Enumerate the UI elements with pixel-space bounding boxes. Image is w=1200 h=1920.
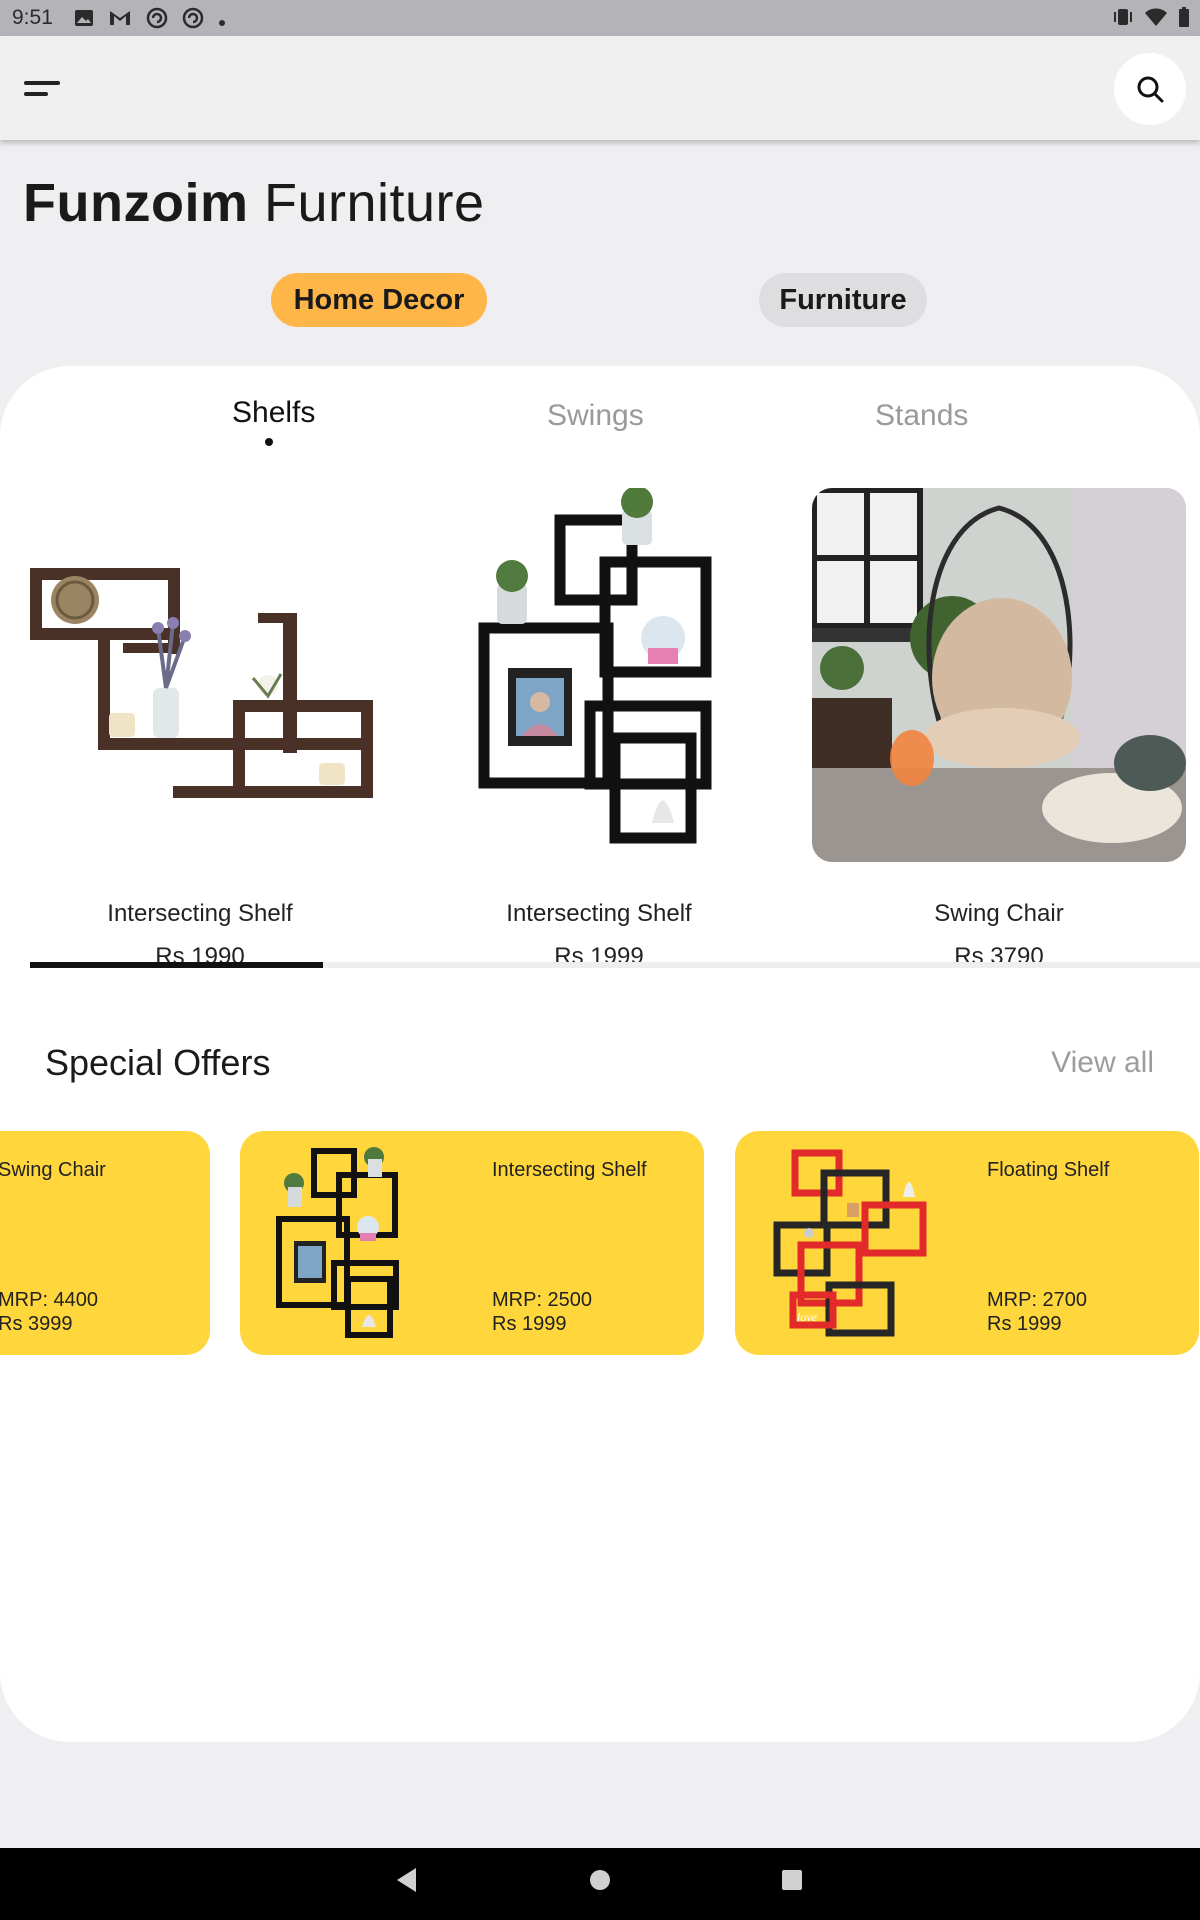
svg-text:love: love: [797, 1310, 818, 1324]
offer-image-intersecting-shelf: [274, 1145, 452, 1341]
product-image-intersecting-shelf: [13, 488, 387, 862]
wifi-icon: [1144, 7, 1168, 33]
offer-card[interactable]: Swing Chair MRP: 4400 Rs 3999: [0, 1131, 210, 1355]
brand-name-bold: Funzoim: [23, 173, 249, 233]
back-icon[interactable]: [394, 1866, 418, 1899]
vibrate-icon: [1112, 7, 1134, 33]
product-image-intersecting-shelf: [412, 488, 786, 862]
category-chip-home-decor[interactable]: Home Decor: [271, 273, 487, 327]
products-card: Shelfs Swings Stands Intersecting Shelf …: [0, 366, 1200, 1742]
offer-price: Rs 3999: [0, 1313, 73, 1335]
offer-card[interactable]: Intersecting Shelf MRP: 2500 Rs 1999: [240, 1131, 704, 1355]
offer-name: Floating Shelf: [987, 1159, 1110, 1181]
sync-notification-icon-2: [182, 7, 204, 35]
recents-icon[interactable]: [780, 1866, 804, 1899]
brand-name-light: Furniture: [248, 173, 485, 233]
product-name: Intersecting Shelf: [107, 900, 293, 927]
active-tab-indicator: [265, 438, 273, 446]
offer-price: Rs 1999: [492, 1313, 567, 1335]
offer-name: Swing Chair: [0, 1159, 106, 1181]
offer-mrp: MRP: 2700: [987, 1289, 1088, 1311]
search-icon: [1137, 76, 1164, 103]
product-name: Intersecting Shelf: [506, 900, 692, 927]
special-offers-title: Special Offers: [45, 1042, 271, 1083]
app-bar: [0, 36, 1200, 140]
view-all-link[interactable]: View all: [1051, 1046, 1154, 1080]
offer-mrp: MRP: 2500: [492, 1289, 593, 1311]
search-button[interactable]: [1114, 53, 1186, 125]
gmail-notification-icon: [108, 8, 132, 34]
product-name: Swing Chair: [934, 900, 1064, 927]
offer-image-floating-shelf: love: [769, 1145, 947, 1341]
offer-price: Rs 1999: [987, 1313, 1062, 1335]
status-bar: 9:51: [0, 0, 1200, 36]
category-chip-furniture[interactable]: Furniture: [759, 273, 927, 327]
carousel-scroll-thumb[interactable]: [30, 962, 323, 968]
system-navigation-bar: [0, 1848, 1200, 1920]
product-image-swing-chair: [812, 488, 1186, 862]
sync-notification-icon: [146, 7, 168, 35]
offer-name: Intersecting Shelf: [492, 1159, 647, 1181]
tab-swings[interactable]: Swings: [547, 399, 644, 433]
offer-card[interactable]: love Floating Shelf MRP: 2700 Rs 1999: [735, 1131, 1199, 1355]
offer-mrp: MRP: 4400: [0, 1289, 99, 1311]
tab-stands[interactable]: Stands: [875, 399, 968, 433]
page-title: Funzoim Furniture: [23, 172, 485, 234]
more-notifications-dot-icon: [218, 9, 226, 33]
home-icon[interactable]: [588, 1866, 612, 1899]
status-time: 9:51: [12, 6, 53, 29]
image-notification-icon: [74, 8, 94, 34]
battery-icon: [1178, 7, 1190, 33]
tab-shelfs[interactable]: Shelfs: [232, 396, 315, 430]
menu-icon[interactable]: [22, 74, 62, 102]
